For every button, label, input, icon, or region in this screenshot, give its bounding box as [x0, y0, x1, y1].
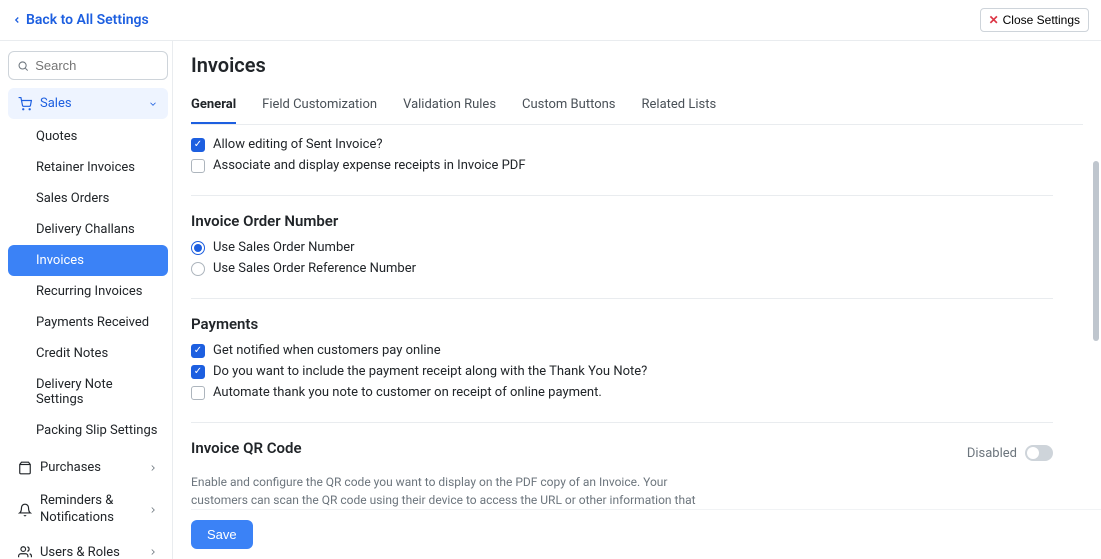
- section-title: Payments: [191, 315, 1053, 333]
- section-top-checks: Allow editing of Sent Invoice? Associate…: [191, 137, 1053, 196]
- sidebar-item-credit-notes[interactable]: Credit Notes: [8, 338, 168, 369]
- section-title: Invoice QR Code: [191, 439, 302, 457]
- sidebar-group-purchases[interactable]: Purchases: [8, 452, 168, 483]
- sidebar-item-packing-slip-settings[interactable]: Packing Slip Settings: [8, 415, 168, 446]
- content-area: Invoices General Field Customization Val…: [173, 41, 1101, 559]
- section-title: Invoice Order Number: [191, 212, 1053, 230]
- cart-icon: [18, 97, 32, 111]
- section-payments: Payments Get notified when customers pay…: [191, 315, 1053, 423]
- checkbox-icon: [191, 365, 205, 379]
- chevron-down-icon: [148, 99, 158, 109]
- check-label: Do you want to include the payment recei…: [213, 364, 647, 379]
- radio-use-so-number[interactable]: Use Sales Order Number: [191, 240, 1053, 255]
- radio-icon: [191, 262, 205, 276]
- bag-icon: [18, 461, 32, 475]
- sidebar-item-label: Packing Slip Settings: [36, 423, 158, 438]
- sidebar-item-retainer-invoices[interactable]: Retainer Invoices: [8, 152, 168, 183]
- tab-label: Validation Rules: [403, 97, 496, 112]
- tab-related-lists[interactable]: Related Lists: [642, 91, 717, 124]
- close-settings-button[interactable]: ✕ Close Settings: [980, 8, 1089, 32]
- checkbox-icon: [191, 159, 205, 173]
- back-to-settings-link[interactable]: Back to All Settings: [12, 12, 149, 28]
- chevron-right-icon: [148, 505, 158, 515]
- close-settings-label: Close Settings: [1003, 13, 1080, 27]
- tabs: General Field Customization Validation R…: [191, 91, 1083, 125]
- chevron-right-icon: [148, 463, 158, 473]
- sidebar-item-recurring-invoices[interactable]: Recurring Invoices: [8, 276, 168, 307]
- tab-label: Custom Buttons: [522, 97, 615, 112]
- sidebar-item-label: Recurring Invoices: [36, 284, 142, 299]
- sidebar-item-label: Invoices: [36, 253, 84, 268]
- search-icon: [17, 59, 29, 73]
- sidebar-group-label: Reminders & Notifications: [40, 493, 130, 527]
- sidebar-item-label: Sales Orders: [36, 191, 109, 206]
- tab-validation-rules[interactable]: Validation Rules: [403, 91, 496, 124]
- sidebar-group-reminders[interactable]: Reminders & Notifications: [8, 485, 168, 535]
- sidebar-item-delivery-note-settings[interactable]: Delivery Note Settings: [8, 369, 168, 415]
- sidebar-item-quotes[interactable]: Quotes: [8, 121, 168, 152]
- chevron-right-icon: [148, 547, 158, 557]
- check-label: Automate thank you note to customer on r…: [213, 385, 602, 400]
- scroll-area[interactable]: Allow editing of Sent Invoice? Associate…: [191, 137, 1083, 559]
- sidebar-item-label: Retainer Invoices: [36, 160, 135, 175]
- sidebar-item-label: Payments Received: [36, 315, 149, 330]
- tab-custom-buttons[interactable]: Custom Buttons: [522, 91, 615, 124]
- save-button-label: Save: [207, 527, 237, 542]
- check-label: Get notified when customers pay online: [213, 343, 441, 358]
- footer: Save: [191, 509, 1101, 559]
- check-include-receipt[interactable]: Do you want to include the payment recei…: [191, 364, 1053, 379]
- tab-label: Related Lists: [642, 97, 717, 112]
- radio-label: Use Sales Order Reference Number: [213, 261, 416, 276]
- back-to-settings-label: Back to All Settings: [26, 12, 149, 28]
- sidebar-item-label: Delivery Challans: [36, 222, 135, 237]
- check-notify-online-pay[interactable]: Get notified when customers pay online: [191, 343, 1053, 358]
- users-icon: [18, 545, 32, 559]
- page-title: Invoices: [191, 53, 1083, 77]
- sidebar-item-payments-received[interactable]: Payments Received: [8, 307, 168, 338]
- checkbox-icon: [191, 386, 205, 400]
- sidebar-item-label: Credit Notes: [36, 346, 108, 361]
- sidebar-group-label: Sales: [40, 96, 72, 111]
- close-icon: ✕: [989, 13, 999, 27]
- radio-label: Use Sales Order Number: [213, 240, 355, 255]
- check-allow-editing[interactable]: Allow editing of Sent Invoice?: [191, 137, 1053, 152]
- qr-toggle-wrap: Disabled: [967, 445, 1053, 461]
- sidebar-item-sales-orders[interactable]: Sales Orders: [8, 183, 168, 214]
- sidebar-group-label: Users & Roles: [40, 545, 120, 559]
- radio-icon: [191, 241, 205, 255]
- sidebar-sales-items: Quotes Retainer Invoices Sales Orders De…: [8, 121, 168, 446]
- chevron-left-icon: [12, 15, 22, 25]
- checkbox-icon: [191, 138, 205, 152]
- sidebar-group-users[interactable]: Users & Roles: [8, 537, 168, 559]
- sidebar-group-label: Purchases: [40, 460, 101, 475]
- radio-use-so-ref-number[interactable]: Use Sales Order Reference Number: [191, 261, 1053, 276]
- check-label: Allow editing of Sent Invoice?: [213, 137, 382, 152]
- tab-label: General: [191, 97, 236, 112]
- sidebar-item-label: Delivery Note Settings: [36, 377, 113, 407]
- checkbox-icon: [191, 344, 205, 358]
- toggle-status-label: Disabled: [967, 446, 1017, 461]
- check-auto-thankyou[interactable]: Automate thank you note to customer on r…: [191, 385, 1053, 400]
- check-label: Associate and display expense receipts i…: [213, 158, 526, 173]
- sidebar-item-invoices[interactable]: Invoices: [8, 245, 168, 276]
- section-invoice-order-number: Invoice Order Number Use Sales Order Num…: [191, 212, 1053, 299]
- search-wrap[interactable]: [8, 51, 168, 80]
- qr-toggle[interactable]: [1025, 445, 1053, 461]
- sidebar-item-delivery-challans[interactable]: Delivery Challans: [8, 214, 168, 245]
- search-input[interactable]: [35, 58, 159, 73]
- sidebar-group-sales[interactable]: Sales: [8, 88, 168, 119]
- tab-field-customization[interactable]: Field Customization: [262, 91, 377, 124]
- tab-label: Field Customization: [262, 97, 377, 112]
- scrollbar-thumb[interactable]: [1093, 161, 1099, 341]
- bell-icon: [18, 503, 32, 517]
- check-associate-expense[interactable]: Associate and display expense receipts i…: [191, 158, 1053, 173]
- tab-general[interactable]: General: [191, 91, 236, 124]
- topbar: Back to All Settings ✕ Close Settings: [0, 0, 1101, 41]
- sidebar: Sales Quotes Retainer Invoices Sales Ord…: [0, 41, 173, 559]
- save-button[interactable]: Save: [191, 520, 253, 549]
- sidebar-item-label: Quotes: [36, 129, 77, 144]
